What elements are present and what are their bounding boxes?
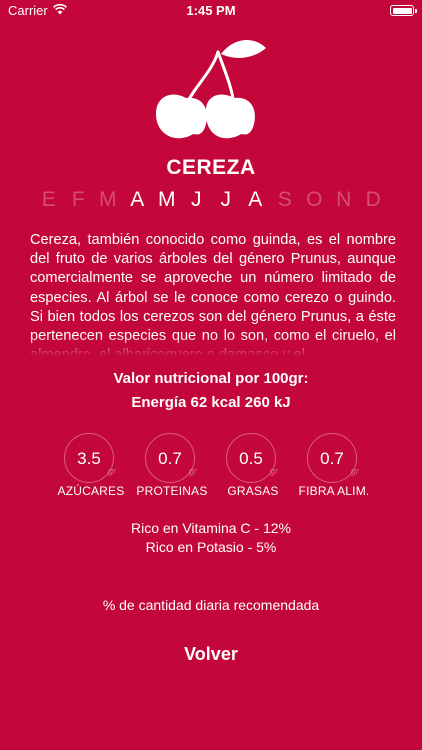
nutrient-unit: gr: [107, 466, 116, 476]
nutrient-circle: 0.7 gr: [145, 433, 197, 483]
month-3: A: [130, 188, 145, 211]
month-6: J: [220, 188, 232, 211]
month-10: N: [336, 188, 352, 211]
month-11: D: [365, 188, 381, 211]
nutrient-label: FIBRA ALIM.: [298, 484, 370, 498]
description-fade: [30, 336, 396, 356]
month-1: F: [71, 188, 85, 211]
status-bar: Carrier 1:45 PM: [0, 0, 422, 22]
nutrient-fiber: 0.7 gr FIBRA ALIM.: [292, 433, 376, 503]
nutrient-circle: 0.7 gr: [307, 433, 359, 483]
month-5: J: [191, 188, 202, 211]
nutrient-circle: 0.5 gr: [226, 433, 278, 483]
season-months: EFMAMJJASOND: [0, 188, 422, 212]
month-8: S: [277, 188, 292, 211]
nutrient-unit: gr: [269, 466, 278, 476]
vitamin-item: Rico en Potasio - 5%: [145, 539, 277, 555]
nutrition-title: Valor nutricional por 100gr:: [113, 370, 309, 387]
battery-icon: [390, 5, 417, 16]
month-4: M: [158, 188, 176, 211]
month-2: M: [99, 188, 117, 211]
fruit-title: CEREZA: [166, 156, 256, 179]
vitamin-item: Rico en Vitamina C - 12%: [130, 520, 292, 536]
clock: 1:45 PM: [186, 3, 236, 18]
cherry-icon: [156, 39, 266, 139]
nutrient-unit: gr: [350, 466, 359, 476]
month-9: O: [306, 188, 323, 211]
nutrient-unit: gr: [188, 466, 197, 476]
vitamins-list: Rico en Vitamina C - 12% Rico en Potasio…: [0, 519, 422, 557]
nutrient-circle: 3.5 gr: [64, 433, 116, 483]
nutrient-value: 0.7: [158, 449, 182, 468]
nutrient-value: 3.5: [77, 449, 101, 468]
daily-value-note: % de cantidad diaria recomendada: [102, 597, 320, 613]
month-0: E: [41, 188, 56, 211]
back-button[interactable]: Volver: [161, 644, 261, 670]
nutrient-value: 0.5: [239, 449, 263, 468]
nutrient-value: 0.7: [320, 449, 344, 468]
month-7: A: [248, 188, 263, 211]
energy-value: Energía 62 kcal 260 kJ: [131, 394, 291, 411]
